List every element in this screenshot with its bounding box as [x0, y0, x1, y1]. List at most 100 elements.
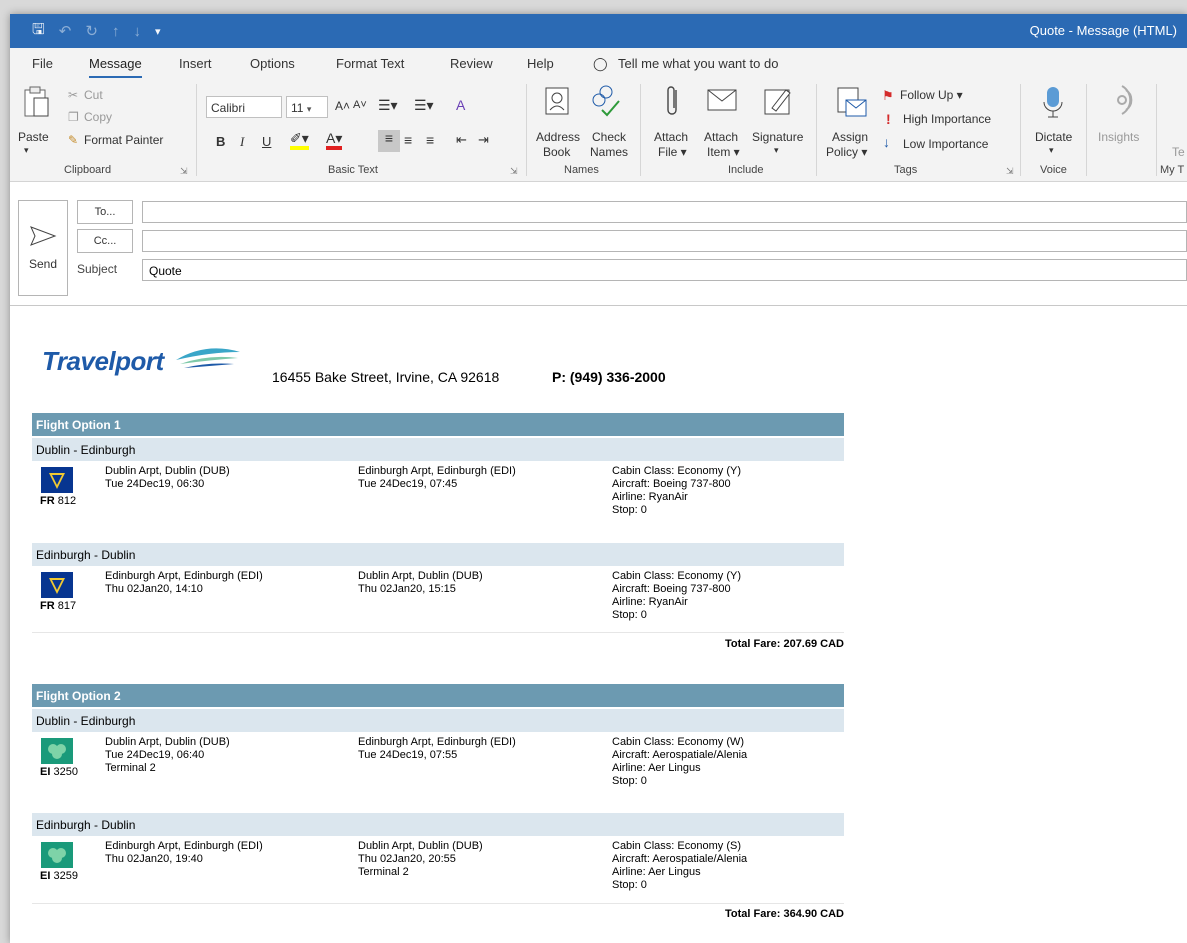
arrival-info: Dublin Arpt, Dublin (DUB) Thu 02Jan20, 1…: [358, 570, 483, 596]
templates-button[interactable]: Te: [1172, 145, 1185, 159]
tell-me-icon[interactable]: ◯: [593, 56, 608, 72]
tab-help[interactable]: Help: [527, 56, 554, 71]
flight-number: EI 3250: [40, 766, 78, 778]
font-color-icon[interactable]: A▾: [326, 130, 343, 150]
dictate-dropdown-icon[interactable]: ▾: [1049, 145, 1054, 156]
subject-field[interactable]: Quote: [142, 259, 1187, 281]
clear-formatting-icon[interactable]: A: [456, 97, 465, 113]
tab-insert[interactable]: Insert: [179, 56, 212, 71]
undo-icon[interactable]: ↶: [59, 22, 72, 40]
menu-bar: File Message Insert Options Format Text …: [10, 48, 1187, 79]
to-field[interactable]: [142, 201, 1187, 223]
attach-file-label-2[interactable]: File ▾: [658, 145, 687, 159]
highlight-color-icon[interactable]: ✐▾: [290, 130, 309, 150]
clipboard-launcher-icon[interactable]: ⇲: [180, 166, 188, 177]
decrease-indent-icon[interactable]: ⇤: [456, 132, 467, 148]
align-left-icon[interactable]: ≡: [378, 130, 400, 152]
send-label: Send: [28, 257, 58, 271]
save-icon[interactable]: 🖫: [32, 19, 45, 44]
font-size-select[interactable]: 11 ▾: [286, 96, 328, 118]
insights-icon[interactable]: [1108, 84, 1140, 118]
copy-button[interactable]: Copy: [84, 110, 112, 124]
assign-policy-label-2[interactable]: Policy ▾: [826, 145, 867, 159]
microphone-icon[interactable]: [1042, 86, 1064, 120]
check-names-label-1[interactable]: Check: [592, 130, 626, 144]
address-book-label-1[interactable]: Address: [536, 130, 580, 144]
insights-button[interactable]: Insights: [1098, 130, 1139, 144]
follow-up-button[interactable]: Follow Up ▾: [900, 88, 963, 102]
tab-file[interactable]: File: [32, 56, 53, 71]
redo-icon[interactable]: ↻: [85, 22, 98, 40]
paste-icon[interactable]: [22, 86, 50, 118]
arrival-info: Dublin Arpt, Dublin (DUB) Thu 02Jan20, 2…: [358, 840, 483, 879]
departure-time: Tue 24Dec19, 06:40: [105, 749, 205, 761]
window-title: Quote - Message (HTML): [1029, 23, 1177, 38]
cc-button[interactable]: Cc...: [77, 229, 133, 253]
paperclip-icon[interactable]: [665, 84, 681, 118]
attach-item-icon[interactable]: [704, 84, 740, 114]
signature-dropdown-icon[interactable]: ▾: [774, 145, 779, 156]
subject-label: Subject: [77, 262, 118, 276]
departure-info: Edinburgh Arpt, Edinburgh (EDI) Thu 02Ja…: [105, 840, 263, 866]
arrival-info: Edinburgh Arpt, Edinburgh (EDI) Tue 24De…: [358, 736, 516, 762]
increase-indent-icon[interactable]: ⇥: [478, 132, 489, 148]
message-body[interactable]: Travelport 16455 Bake Street, Irvine, CA…: [10, 314, 1187, 943]
cut-button[interactable]: Cut: [84, 88, 103, 102]
tab-format-text[interactable]: Format Text: [336, 56, 404, 71]
aer-lingus-logo: [41, 842, 73, 868]
assign-policy-icon[interactable]: [836, 86, 868, 120]
departure-time: Tue 24Dec19, 06:30: [105, 478, 205, 490]
basic-text-launcher-icon[interactable]: ⇲: [510, 166, 518, 177]
assign-policy-label-1[interactable]: Assign: [832, 130, 868, 144]
stops: Stop: 0: [612, 879, 647, 891]
address-book-label-2[interactable]: Book: [543, 145, 570, 159]
signature-label[interactable]: Signature: [752, 130, 803, 144]
customize-toolbar-icon[interactable]: ▾: [155, 25, 161, 38]
grow-font-icon[interactable]: A˄: [335, 99, 350, 113]
flight-details: Cabin Class: Economy (Y) Aircraft: Boein…: [612, 570, 741, 622]
format-painter-button[interactable]: Format Painter: [84, 133, 163, 147]
to-button[interactable]: To...: [77, 200, 133, 224]
dictate-button[interactable]: Dictate: [1035, 130, 1072, 144]
divider: [32, 903, 844, 904]
airline: Airline: Aer Lingus: [612, 762, 701, 774]
italic-button[interactable]: I: [240, 134, 244, 150]
signature-icon[interactable]: [762, 84, 794, 116]
paste-dropdown-icon[interactable]: ▾: [24, 145, 29, 156]
departure-airport: Edinburgh Arpt, Edinburgh (EDI): [105, 570, 263, 582]
align-center-icon[interactable]: ≡: [404, 132, 412, 148]
cabin-class: Cabin Class: Economy (W): [612, 736, 745, 748]
flight-option-header: Flight Option 2: [32, 684, 844, 707]
arrival-time: Thu 02Jan20, 20:55: [358, 853, 456, 865]
font-name-select[interactable]: Calibri: [206, 96, 282, 118]
down-arrow-icon[interactable]: ↓: [133, 23, 141, 40]
ribbon: Paste ▾ ✂ Cut ❐ Copy ✎ Format Painter Cl…: [10, 78, 1187, 182]
departure-time: Thu 02Jan20, 19:40: [105, 853, 203, 865]
attach-item-label-1[interactable]: Attach: [704, 130, 738, 144]
send-button[interactable]: Send: [18, 200, 68, 296]
attach-item-label-2[interactable]: Item ▾: [707, 145, 740, 159]
tab-message[interactable]: Message: [89, 56, 142, 79]
underline-button[interactable]: U: [262, 134, 271, 149]
total-fare: Total Fare: 364.90 CAD: [724, 908, 844, 920]
bullets-icon[interactable]: ☰▾: [378, 97, 398, 114]
tags-group-label: Tags: [894, 164, 918, 176]
up-arrow-icon[interactable]: ↑: [112, 23, 120, 40]
cc-field[interactable]: [142, 230, 1187, 252]
attach-file-label-1[interactable]: Attach: [654, 130, 688, 144]
shrink-font-icon[interactable]: A˅: [353, 99, 367, 111]
align-right-icon[interactable]: ≡: [426, 132, 434, 148]
tab-review[interactable]: Review: [450, 56, 493, 71]
flight-details: Cabin Class: Economy (W) Aircraft: Aeros…: [612, 736, 747, 788]
paste-button[interactable]: Paste: [18, 130, 49, 144]
numbering-icon[interactable]: ☰▾: [414, 97, 434, 114]
tags-launcher-icon[interactable]: ⇲: [1006, 166, 1014, 177]
check-names-icon[interactable]: [590, 84, 624, 118]
address-book-icon[interactable]: [544, 86, 570, 116]
low-importance-button[interactable]: Low Importance: [903, 137, 988, 151]
high-importance-button[interactable]: High Importance: [903, 112, 991, 126]
bold-button[interactable]: B: [216, 134, 225, 149]
tab-options[interactable]: Options: [250, 56, 295, 71]
tell-me-search[interactable]: Tell me what you want to do: [618, 56, 778, 71]
check-names-label-2[interactable]: Names: [590, 145, 628, 159]
